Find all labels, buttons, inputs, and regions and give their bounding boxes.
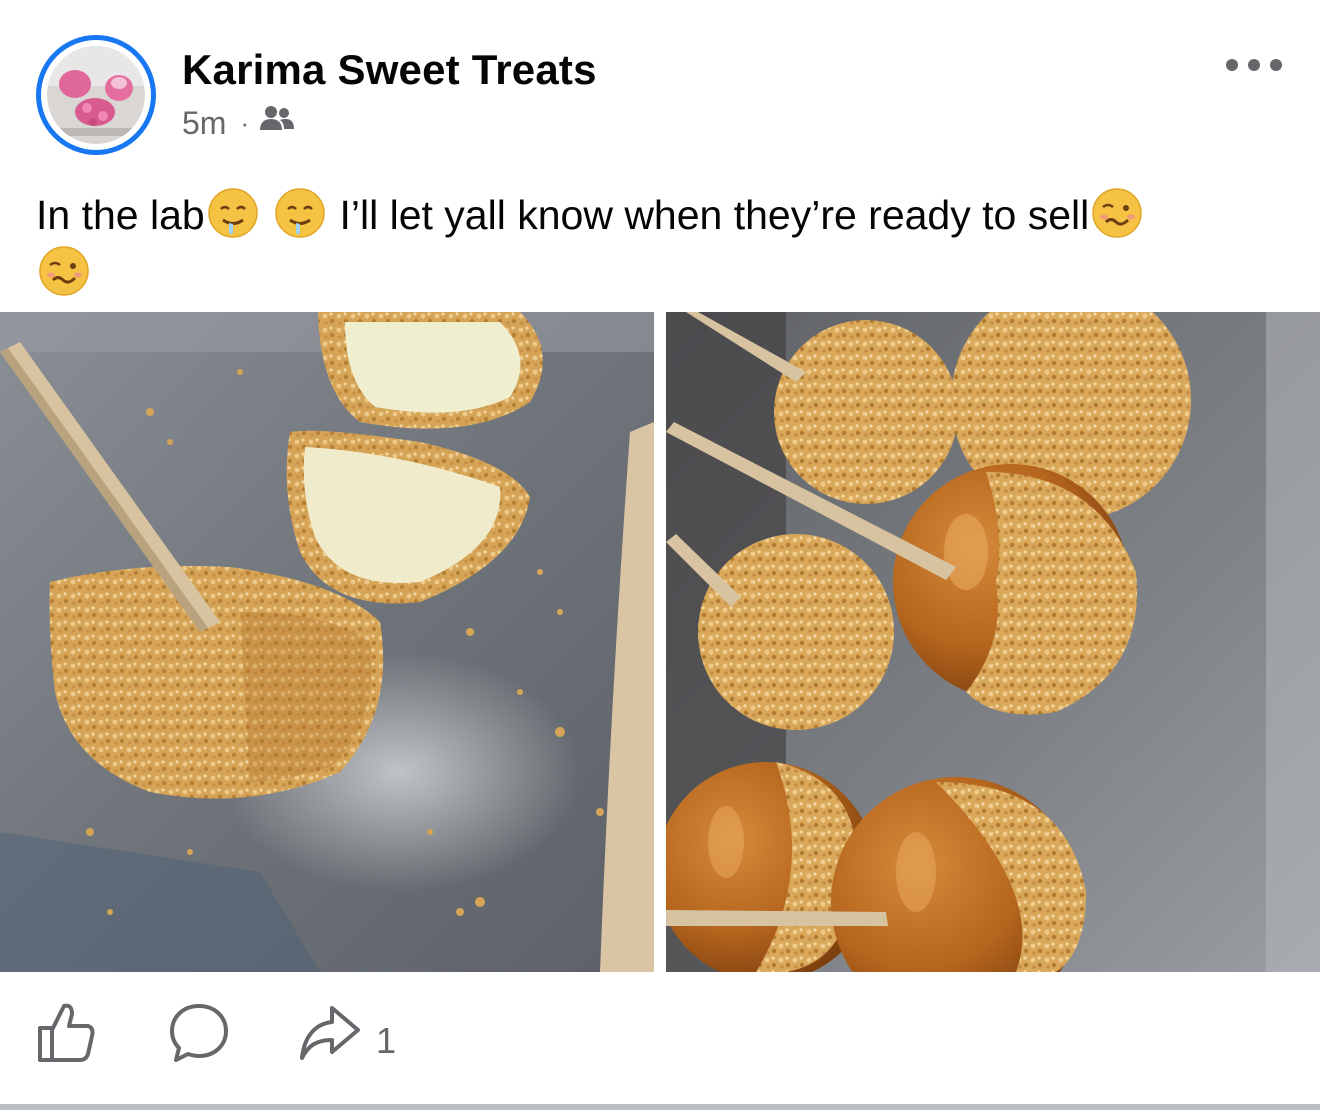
- woozy-face-icon: [39, 246, 89, 296]
- share-count: 1: [376, 1020, 397, 1061]
- post-caption: In the lab I’ll let yall know when they’…: [36, 186, 1286, 302]
- drooling-face-icon: [275, 188, 325, 238]
- like-icon[interactable]: [36, 1000, 96, 1069]
- page-avatar[interactable]: [36, 35, 156, 155]
- caramel-apples-tray-photo[interactable]: [666, 312, 1320, 972]
- comment-icon[interactable]: [168, 1000, 230, 1069]
- post-divider: [0, 1104, 1320, 1110]
- share-icon[interactable]: [298, 1000, 362, 1069]
- more-dots-icon[interactable]: [1226, 50, 1282, 80]
- caption-part-2: I’ll let yall know when they’re ready to…: [339, 192, 1090, 238]
- page-name[interactable]: Karima Sweet Treats: [182, 46, 597, 94]
- drooling-face-icon: [207, 188, 258, 238]
- caption-part-1: In the lab: [36, 192, 205, 238]
- post-header: Karima Sweet Treats 5m ·: [0, 0, 1320, 170]
- post-time[interactable]: 5m: [182, 105, 226, 142]
- caramel-apple-slices-photo[interactable]: [0, 312, 654, 972]
- post-meta: 5m ·: [182, 104, 295, 142]
- friends-icon[interactable]: [259, 104, 295, 142]
- meta-separator: ·: [240, 107, 250, 138]
- post-actions: 1: [0, 1000, 1320, 1080]
- avatar-image: [47, 46, 145, 144]
- woozy-face-icon: [1092, 188, 1142, 238]
